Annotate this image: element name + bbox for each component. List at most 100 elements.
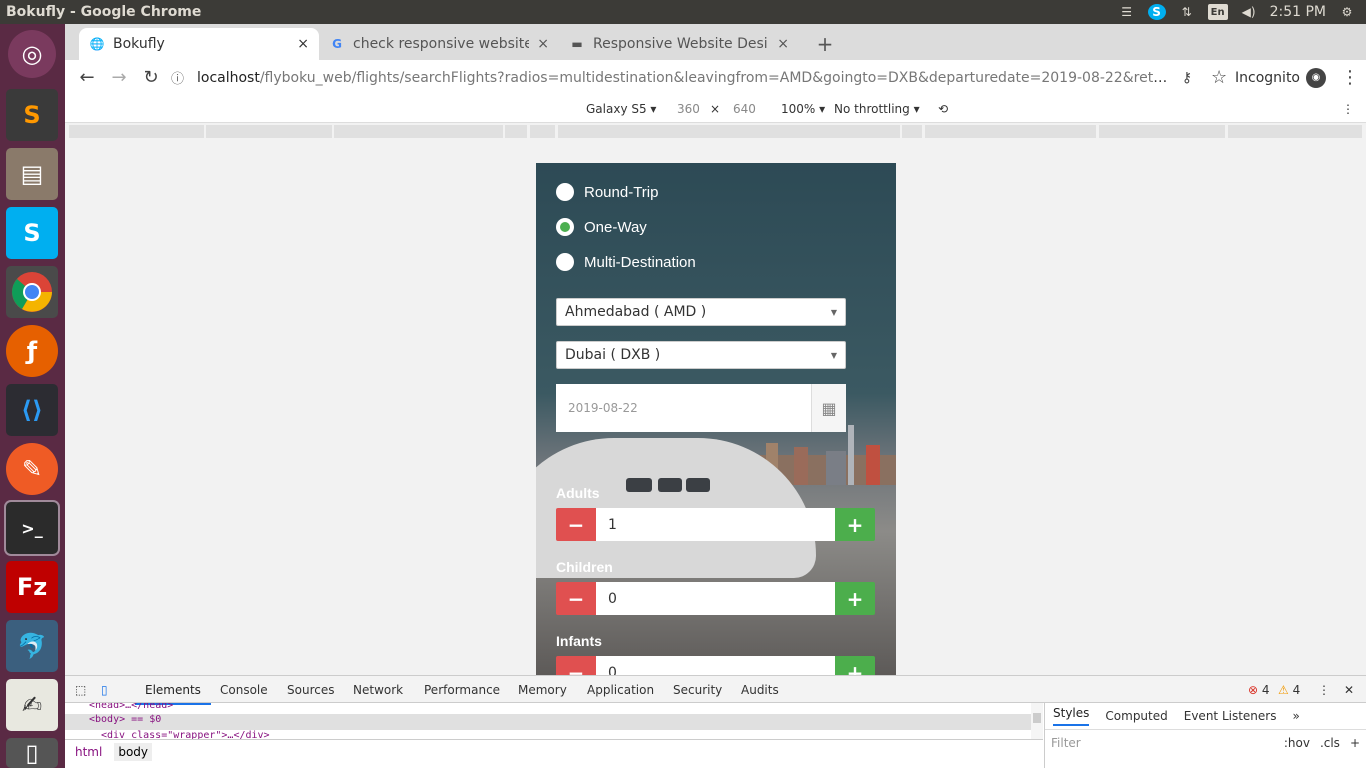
terminal-icon[interactable]: >_ [6,502,58,554]
tab-computed[interactable]: Computed [1105,709,1167,723]
styles-filter-input[interactable]: Filter [1051,736,1274,750]
reload-icon[interactable]: ↻ [135,62,167,94]
add-rule-icon[interactable]: + [1350,736,1360,750]
address-bar[interactable]: ⓘ localhost/flyboku_web/flights/searchFl… [171,63,1171,93]
media-query-segment[interactable] [69,125,204,138]
keyboard-layout[interactable]: En [1207,4,1228,20]
adults-minus-button[interactable]: − [556,508,596,541]
children-minus-button[interactable]: − [556,582,596,615]
tab-elements[interactable]: Elements [135,683,211,705]
calendar-icon[interactable]: ▦ [811,384,846,432]
device-toggle-icon[interactable]: ▯ [101,683,108,697]
media-query-segment[interactable] [334,125,503,138]
back-arrow-icon[interactable]: ← [71,62,103,94]
sublime-text-icon[interactable]: S [6,89,58,141]
media-query-segment[interactable] [925,125,1096,138]
radio-circle[interactable] [556,218,574,236]
devtools-menu-icon[interactable]: ⋮ [1318,683,1330,697]
firefox-icon[interactable]: ƒ [6,325,58,377]
vscode-icon[interactable]: ⟨⟩ [6,384,58,436]
error-count[interactable]: ⊗ 4 [1248,683,1270,697]
tab-network[interactable]: Network [353,683,403,697]
radio-one-way[interactable]: One-Way [556,218,647,236]
tab-event-listeners[interactable]: Event Listeners [1184,709,1277,723]
forward-arrow-icon[interactable]: → [103,62,135,94]
going-to-select[interactable]: Dubai ( DXB ) ▼ [556,341,846,369]
warning-count[interactable]: ⚠ 4 [1278,683,1300,697]
radio-multi-destination[interactable]: Multi-Destination [556,253,696,271]
radio-circle[interactable] [556,253,574,271]
media-query-segment[interactable] [530,125,555,138]
dom-scrollbar[interactable] [1031,703,1043,739]
network-icon[interactable]: ⇅ [1178,4,1196,20]
media-query-segment[interactable] [1228,125,1362,138]
tab-application[interactable]: Application [587,683,654,697]
tab-audits[interactable]: Audits [741,683,779,697]
files-icon[interactable]: ▤ [6,148,58,200]
ubuntu-icon[interactable]: ◎ [8,30,56,78]
clock[interactable]: 2:51 PM [1270,4,1326,20]
url-text[interactable]: localhost/flyboku_web/flights/searchFlig… [197,70,1171,86]
media-query-segment[interactable] [1099,125,1225,138]
cls-toggle[interactable]: .cls [1320,736,1340,750]
devtools-close-icon[interactable]: ✕ [1344,683,1354,697]
date-value[interactable]: 2019-08-22 [556,384,811,432]
close-tab-icon[interactable]: × [777,36,789,52]
inspect-element-icon[interactable]: ⬚ [75,683,86,697]
adults-input[interactable]: 1 [596,508,835,541]
new-tab-button[interactable]: + [810,28,840,60]
skype-icon[interactable]: S [6,207,58,259]
tab-check-responsive[interactable]: G check responsive website × [319,28,559,60]
media-query-segment[interactable] [558,125,900,138]
media-query-segment[interactable] [206,125,332,138]
breadcrumb-html[interactable]: html [71,743,106,761]
rotate-icon[interactable]: ⟲ [938,102,948,116]
media-query-segment[interactable] [902,125,922,138]
media-query-segment[interactable] [505,125,527,138]
viewport-height[interactable]: 640 [733,102,756,116]
tab-performance[interactable]: Performance [424,683,500,697]
dom-node-selected[interactable]: <body> == $0 [65,714,1043,730]
star-icon[interactable]: ☆ [1203,62,1235,94]
dom-node[interactable]: <div class="wrapper">…</div> [65,730,1043,739]
viewport-width[interactable]: 360 [677,102,700,116]
infants-minus-button[interactable]: − [556,656,596,675]
zoom-select[interactable]: 100% ▾ [781,102,825,116]
device-toolbar-menu-icon[interactable]: ⋮ [1342,102,1354,116]
incognito-indicator[interactable]: Incognito ◉ [1235,67,1326,88]
menu-list-icon[interactable]: ☰ [1118,4,1136,20]
text-editor-icon[interactable]: ✍ [6,679,58,731]
device-select[interactable]: Galaxy S5 ▾ [586,102,656,116]
children-input[interactable]: 0 [596,582,835,615]
mysql-workbench-icon[interactable]: 🐬 [6,620,58,672]
radio-round-trip[interactable]: Round-Trip [556,183,658,201]
close-tab-icon[interactable]: × [537,36,549,52]
tab-console[interactable]: Console [220,683,268,697]
settings-gear-icon[interactable]: ⚙ [1338,4,1356,20]
breadcrumb-body[interactable]: body [114,742,153,761]
scrollbar-thumb[interactable] [1033,713,1041,723]
trash-icon[interactable]: ▯ [6,738,58,768]
close-tab-icon[interactable]: × [297,36,309,52]
infants-plus-button[interactable]: + [835,656,875,675]
chrome-icon[interactable] [6,266,58,318]
tab-styles[interactable]: Styles [1053,706,1090,726]
adults-plus-button[interactable]: + [835,508,875,541]
dom-node[interactable]: <head>…</head> [65,703,1043,714]
infants-input[interactable]: 0 [596,656,835,675]
tab-bokufly[interactable]: 🌐 Bokufly × [79,28,319,60]
throttling-select[interactable]: No throttling ▾ [834,102,920,116]
postman-icon[interactable]: ✎ [6,443,58,495]
tab-security[interactable]: Security [673,683,722,697]
chrome-menu-icon[interactable]: ⋮ [1334,62,1366,94]
site-info-icon[interactable]: ⓘ [171,68,187,87]
tab-responsive-design[interactable]: ▬ Responsive Website Desi × [559,28,799,60]
children-plus-button[interactable]: + [835,582,875,615]
departure-date-field[interactable]: 2019-08-22 ▦ [556,384,846,432]
tab-memory[interactable]: Memory [518,683,567,697]
volume-icon[interactable]: ◀) [1240,4,1258,20]
radio-circle[interactable] [556,183,574,201]
hov-toggle[interactable]: :hov [1284,736,1310,750]
media-query-bar[interactable] [65,123,1366,141]
more-tabs-icon[interactable]: » [1292,709,1299,723]
